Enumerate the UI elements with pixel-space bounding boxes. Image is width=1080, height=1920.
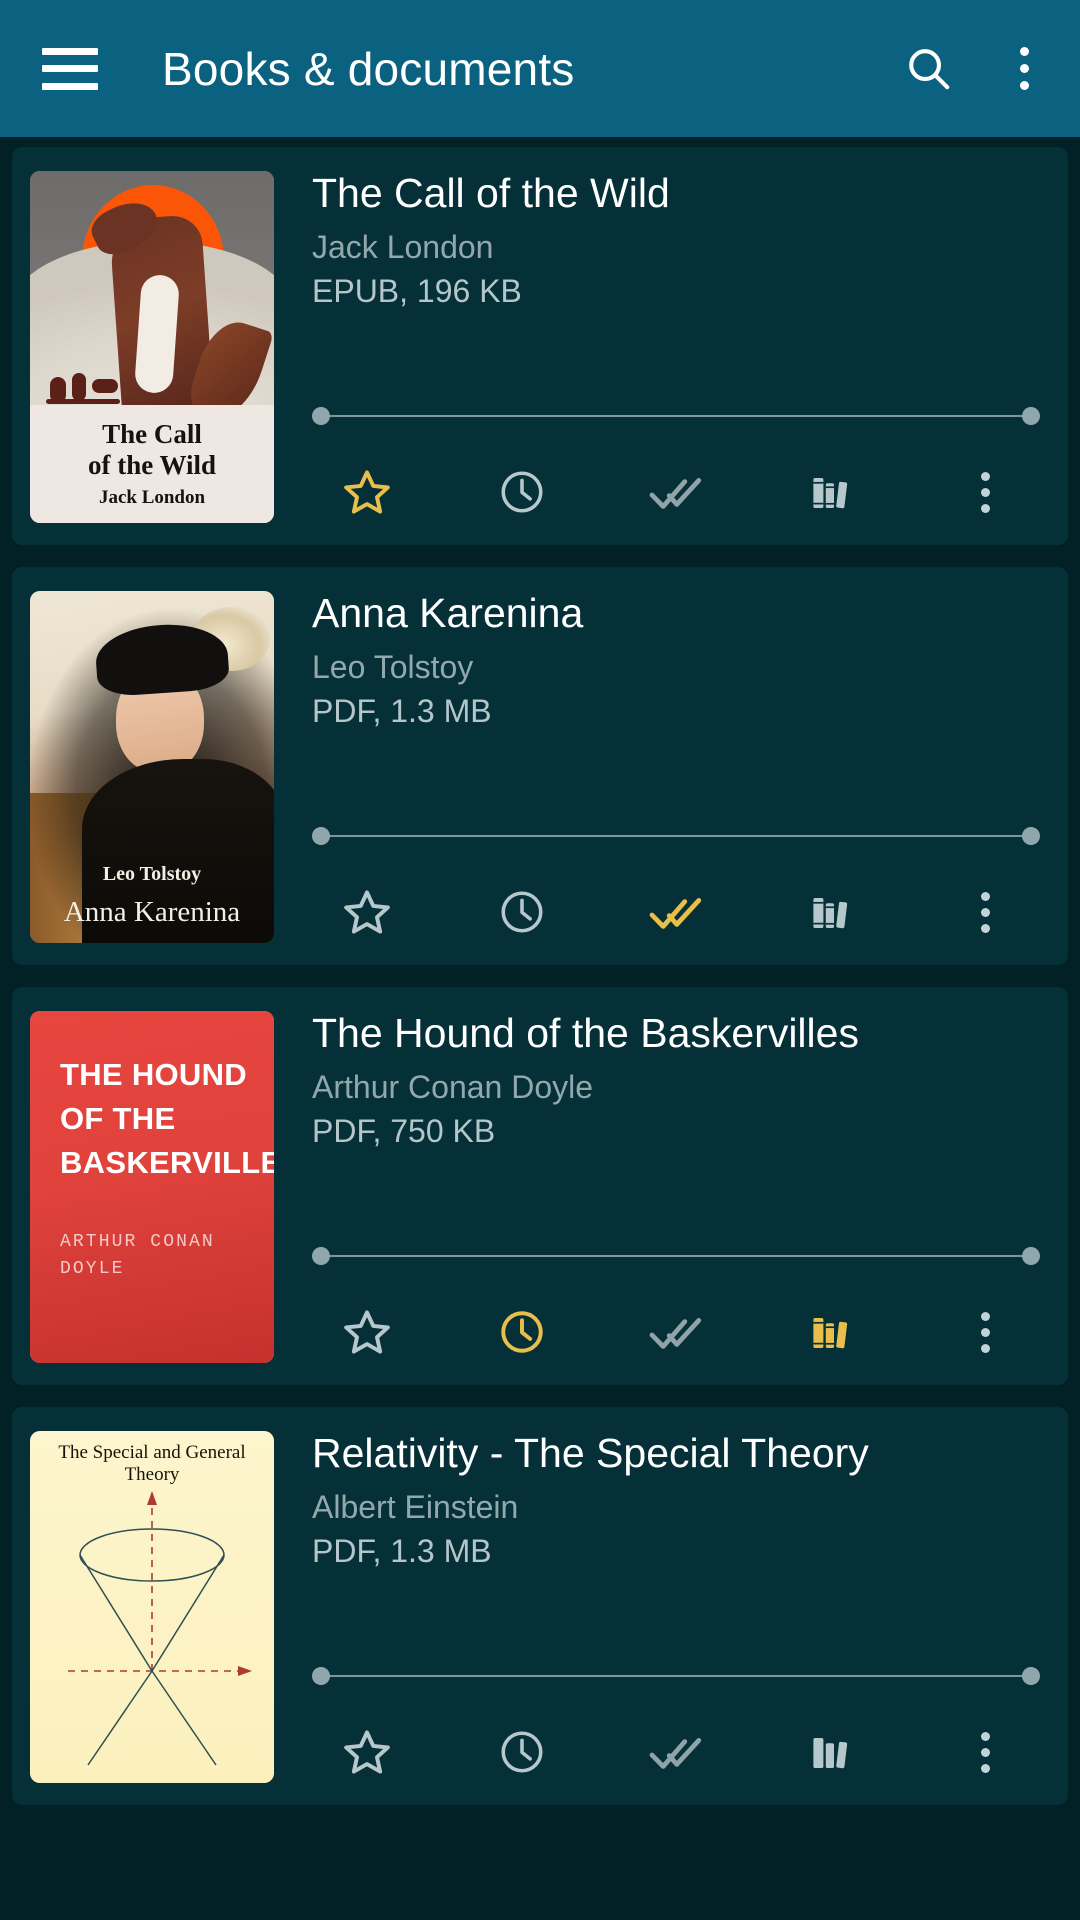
book-info: The Hound of the Baskervilles Arthur Con… [274,1011,1046,1363]
book-meta: PDF, 1.3 MB [312,1533,492,1570]
progress-knob-end[interactable] [1022,1667,1040,1685]
bookshelf-button[interactable] [796,881,866,943]
progress-wrapper [312,407,1046,425]
book-info: The Call of the Wild Jack London EPUB, 1… [274,171,1046,523]
book-actions [312,461,1046,523]
bookshelf-button[interactable] [796,1721,866,1783]
read-later-button[interactable] [487,881,557,943]
progress-knob-start[interactable] [312,827,330,845]
page-title: Books & documents [162,42,575,95]
more-vertical-icon[interactable] [965,1731,1005,1773]
book-cover[interactable]: The Special and General Theory [30,1431,274,1783]
favorite-button[interactable] [332,1721,402,1783]
progress-knob-start[interactable] [312,1667,330,1685]
book-cover[interactable]: The Call of the Wild Jack London [30,171,274,523]
progress-knob-start[interactable] [312,407,330,425]
book-author: Jack London [312,228,494,265]
mark-read-button[interactable] [641,461,711,523]
bookshelf-button[interactable] [796,461,866,523]
more-vertical-icon[interactable] [965,1311,1005,1353]
progress-wrapper [312,1247,1046,1265]
book-card[interactable]: The Special and General Theory Relativit… [12,1407,1068,1805]
read-later-button[interactable] [487,1301,557,1363]
reading-progress-slider[interactable] [312,1667,1040,1685]
favorite-button[interactable] [332,1301,402,1363]
progress-knob-start[interactable] [312,1247,330,1265]
book-title: The Call of the Wild [312,171,670,216]
read-later-button[interactable] [487,1721,557,1783]
mark-read-button[interactable] [641,881,711,943]
search-icon[interactable] [896,36,962,102]
card-overflow-button[interactable] [950,1301,1020,1363]
hamburger-menu-icon[interactable] [42,47,98,90]
book-meta: EPUB, 196 KB [312,273,522,310]
progress-wrapper [312,1667,1046,1685]
more-vertical-icon[interactable] [965,891,1005,933]
book-actions [312,881,1046,943]
cover-label: The Call of the Wild Jack London [30,405,274,523]
book-card[interactable]: THE HOUNDOF THEBASKERVILLES ARTHUR CONAN… [12,987,1068,1385]
progress-bar [312,835,1040,837]
progress-knob-end[interactable] [1022,1247,1040,1265]
read-later-button[interactable] [487,461,557,523]
progress-wrapper [312,827,1046,845]
cover-diagram [68,1491,252,1766]
book-cover[interactable]: THE HOUNDOF THEBASKERVILLES ARTHUR CONAN… [30,1011,274,1363]
card-overflow-button[interactable] [950,1721,1020,1783]
book-card[interactable]: Leo Tolstoy Anna Karenina Anna Karenina … [12,567,1068,965]
progress-bar [312,1675,1040,1677]
book-author: Arthur Conan Doyle [312,1068,594,1105]
book-author: Leo Tolstoy [312,648,474,685]
book-list: The Call of the Wild Jack London The Call… [0,137,1080,1805]
favorite-button[interactable] [332,881,402,943]
bookshelf-button[interactable] [796,1301,866,1363]
mark-read-button[interactable] [641,1721,711,1783]
book-author: Albert Einstein [312,1488,519,1525]
book-title: Anna Karenina [312,591,584,636]
book-cover[interactable]: Leo Tolstoy Anna Karenina [30,591,274,943]
progress-knob-end[interactable] [1022,827,1040,845]
progress-knob-end[interactable] [1022,407,1040,425]
card-overflow-button[interactable] [950,461,1020,523]
book-info: Relativity - The Special Theory Albert E… [274,1431,1046,1783]
cover-author-label: ARTHUR CONAN DOYLE [60,1232,215,1279]
book-card[interactable]: The Call of the Wild Jack London The Call… [12,147,1068,545]
cover-label: THE HOUNDOF THEBASKERVILLES [60,1057,274,1181]
book-meta: PDF, 750 KB [312,1113,496,1150]
book-meta: PDF, 1.3 MB [312,693,492,730]
app-bar-actions [896,36,1044,102]
favorite-button[interactable] [332,461,402,523]
progress-bar [312,1255,1040,1257]
cover-label: Leo Tolstoy Anna Karenina [63,863,241,928]
card-overflow-button[interactable] [950,881,1020,943]
more-vertical-icon[interactable] [1004,36,1044,102]
more-vertical-icon[interactable] [965,471,1005,513]
book-actions [312,1721,1046,1783]
app-bar: Books & documents [0,0,1080,137]
reading-progress-slider[interactable] [312,407,1040,425]
book-title: The Hound of the Baskervilles [312,1011,859,1056]
book-actions [312,1301,1046,1363]
mark-read-button[interactable] [641,1301,711,1363]
book-info: Anna Karenina Leo Tolstoy PDF, 1.3 MB [274,591,1046,943]
reading-progress-slider[interactable] [312,1247,1040,1265]
progress-bar [312,415,1040,417]
reading-progress-slider[interactable] [312,827,1040,845]
book-title: Relativity - The Special Theory [312,1431,869,1476]
